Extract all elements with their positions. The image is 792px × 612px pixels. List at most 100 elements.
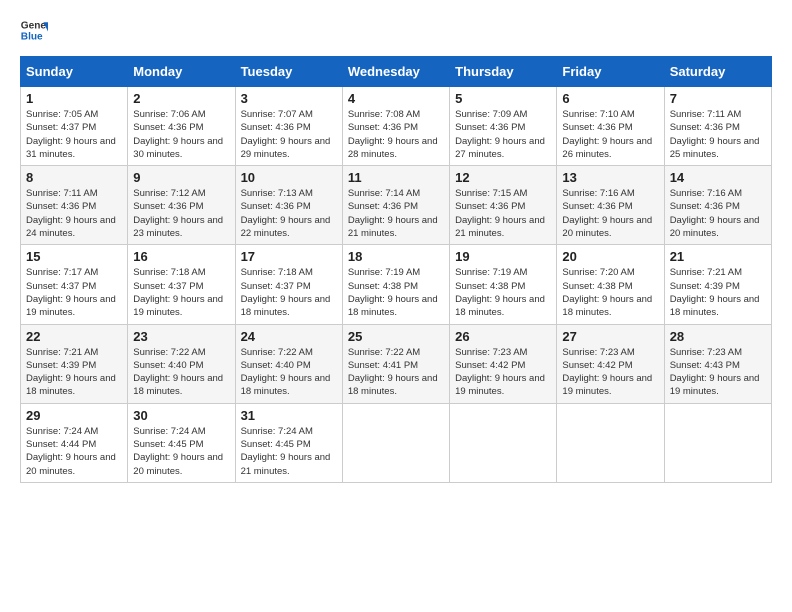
day-info: Sunrise: 7:22 AMSunset: 4:41 PMDaylight:… [348, 347, 438, 398]
logo: General Blue [20, 16, 48, 44]
day-info: Sunrise: 7:18 AMSunset: 4:37 PMDaylight:… [241, 267, 331, 318]
day-info: Sunrise: 7:14 AMSunset: 4:36 PMDaylight:… [348, 188, 438, 239]
day-number: 26 [455, 329, 551, 344]
calendar-cell: 10 Sunrise: 7:13 AMSunset: 4:36 PMDaylig… [235, 166, 342, 245]
day-number: 1 [26, 91, 122, 106]
calendar-cell: 15 Sunrise: 7:17 AMSunset: 4:37 PMDaylig… [21, 245, 128, 324]
day-number: 22 [26, 329, 122, 344]
calendar-cell: 4 Sunrise: 7:08 AMSunset: 4:36 PMDayligh… [342, 87, 449, 166]
day-number: 29 [26, 408, 122, 423]
day-number: 23 [133, 329, 229, 344]
day-number: 4 [348, 91, 444, 106]
day-info: Sunrise: 7:22 AMSunset: 4:40 PMDaylight:… [241, 347, 331, 398]
day-number: 20 [562, 249, 658, 264]
calendar-week-row: 29 Sunrise: 7:24 AMSunset: 4:44 PMDaylig… [21, 403, 772, 482]
weekday-header-saturday: Saturday [664, 57, 771, 87]
day-info: Sunrise: 7:11 AMSunset: 4:36 PMDaylight:… [670, 109, 760, 160]
day-info: Sunrise: 7:22 AMSunset: 4:40 PMDaylight:… [133, 347, 223, 398]
day-number: 30 [133, 408, 229, 423]
calendar-cell: 29 Sunrise: 7:24 AMSunset: 4:44 PMDaylig… [21, 403, 128, 482]
calendar-cell: 28 Sunrise: 7:23 AMSunset: 4:43 PMDaylig… [664, 324, 771, 403]
day-number: 24 [241, 329, 337, 344]
day-info: Sunrise: 7:17 AMSunset: 4:37 PMDaylight:… [26, 267, 116, 318]
weekday-header-monday: Monday [128, 57, 235, 87]
calendar-cell [557, 403, 664, 482]
day-info: Sunrise: 7:16 AMSunset: 4:36 PMDaylight:… [562, 188, 652, 239]
day-number: 6 [562, 91, 658, 106]
calendar-cell: 3 Sunrise: 7:07 AMSunset: 4:36 PMDayligh… [235, 87, 342, 166]
calendar-cell: 8 Sunrise: 7:11 AMSunset: 4:36 PMDayligh… [21, 166, 128, 245]
day-info: Sunrise: 7:15 AMSunset: 4:36 PMDaylight:… [455, 188, 545, 239]
header: General Blue [20, 16, 772, 44]
day-number: 17 [241, 249, 337, 264]
day-info: Sunrise: 7:24 AMSunset: 4:44 PMDaylight:… [26, 426, 116, 477]
day-number: 18 [348, 249, 444, 264]
calendar-cell: 9 Sunrise: 7:12 AMSunset: 4:36 PMDayligh… [128, 166, 235, 245]
calendar-cell: 31 Sunrise: 7:24 AMSunset: 4:45 PMDaylig… [235, 403, 342, 482]
calendar-cell: 2 Sunrise: 7:06 AMSunset: 4:36 PMDayligh… [128, 87, 235, 166]
day-info: Sunrise: 7:19 AMSunset: 4:38 PMDaylight:… [455, 267, 545, 318]
calendar-cell: 18 Sunrise: 7:19 AMSunset: 4:38 PMDaylig… [342, 245, 449, 324]
day-info: Sunrise: 7:23 AMSunset: 4:43 PMDaylight:… [670, 347, 760, 398]
weekday-header-wednesday: Wednesday [342, 57, 449, 87]
weekday-header-sunday: Sunday [21, 57, 128, 87]
calendar-cell: 30 Sunrise: 7:24 AMSunset: 4:45 PMDaylig… [128, 403, 235, 482]
calendar-cell [342, 403, 449, 482]
day-number: 7 [670, 91, 766, 106]
day-number: 12 [455, 170, 551, 185]
day-info: Sunrise: 7:07 AMSunset: 4:36 PMDaylight:… [241, 109, 331, 160]
day-info: Sunrise: 7:20 AMSunset: 4:38 PMDaylight:… [562, 267, 652, 318]
calendar-cell: 19 Sunrise: 7:19 AMSunset: 4:38 PMDaylig… [450, 245, 557, 324]
day-number: 2 [133, 91, 229, 106]
day-info: Sunrise: 7:06 AMSunset: 4:36 PMDaylight:… [133, 109, 223, 160]
calendar-cell: 20 Sunrise: 7:20 AMSunset: 4:38 PMDaylig… [557, 245, 664, 324]
day-info: Sunrise: 7:11 AMSunset: 4:36 PMDaylight:… [26, 188, 116, 239]
day-number: 8 [26, 170, 122, 185]
weekday-header-friday: Friday [557, 57, 664, 87]
calendar-cell: 11 Sunrise: 7:14 AMSunset: 4:36 PMDaylig… [342, 166, 449, 245]
svg-text:General: General [21, 20, 48, 31]
weekday-header-thursday: Thursday [450, 57, 557, 87]
calendar-cell: 21 Sunrise: 7:21 AMSunset: 4:39 PMDaylig… [664, 245, 771, 324]
day-number: 13 [562, 170, 658, 185]
day-number: 11 [348, 170, 444, 185]
day-info: Sunrise: 7:12 AMSunset: 4:36 PMDaylight:… [133, 188, 223, 239]
day-number: 31 [241, 408, 337, 423]
calendar-week-row: 8 Sunrise: 7:11 AMSunset: 4:36 PMDayligh… [21, 166, 772, 245]
day-number: 10 [241, 170, 337, 185]
logo-icon: General Blue [20, 16, 48, 44]
day-number: 3 [241, 91, 337, 106]
day-info: Sunrise: 7:08 AMSunset: 4:36 PMDaylight:… [348, 109, 438, 160]
calendar-cell: 14 Sunrise: 7:16 AMSunset: 4:36 PMDaylig… [664, 166, 771, 245]
day-info: Sunrise: 7:18 AMSunset: 4:37 PMDaylight:… [133, 267, 223, 318]
day-number: 21 [670, 249, 766, 264]
day-info: Sunrise: 7:24 AMSunset: 4:45 PMDaylight:… [241, 426, 331, 477]
calendar-cell: 7 Sunrise: 7:11 AMSunset: 4:36 PMDayligh… [664, 87, 771, 166]
day-info: Sunrise: 7:21 AMSunset: 4:39 PMDaylight:… [670, 267, 760, 318]
calendar-week-row: 1 Sunrise: 7:05 AMSunset: 4:37 PMDayligh… [21, 87, 772, 166]
day-info: Sunrise: 7:05 AMSunset: 4:37 PMDaylight:… [26, 109, 116, 160]
svg-text:Blue: Blue [21, 31, 43, 42]
day-number: 15 [26, 249, 122, 264]
day-info: Sunrise: 7:16 AMSunset: 4:36 PMDaylight:… [670, 188, 760, 239]
calendar-cell: 22 Sunrise: 7:21 AMSunset: 4:39 PMDaylig… [21, 324, 128, 403]
day-number: 27 [562, 329, 658, 344]
calendar-cell [450, 403, 557, 482]
calendar-cell: 12 Sunrise: 7:15 AMSunset: 4:36 PMDaylig… [450, 166, 557, 245]
calendar-cell: 5 Sunrise: 7:09 AMSunset: 4:36 PMDayligh… [450, 87, 557, 166]
calendar-week-row: 22 Sunrise: 7:21 AMSunset: 4:39 PMDaylig… [21, 324, 772, 403]
day-number: 28 [670, 329, 766, 344]
day-info: Sunrise: 7:19 AMSunset: 4:38 PMDaylight:… [348, 267, 438, 318]
calendar-header-row: SundayMondayTuesdayWednesdayThursdayFrid… [21, 57, 772, 87]
day-number: 19 [455, 249, 551, 264]
calendar-cell: 16 Sunrise: 7:18 AMSunset: 4:37 PMDaylig… [128, 245, 235, 324]
day-info: Sunrise: 7:09 AMSunset: 4:36 PMDaylight:… [455, 109, 545, 160]
calendar-table: SundayMondayTuesdayWednesdayThursdayFrid… [20, 56, 772, 483]
calendar-cell: 25 Sunrise: 7:22 AMSunset: 4:41 PMDaylig… [342, 324, 449, 403]
day-number: 9 [133, 170, 229, 185]
calendar-cell: 23 Sunrise: 7:22 AMSunset: 4:40 PMDaylig… [128, 324, 235, 403]
calendar-cell: 17 Sunrise: 7:18 AMSunset: 4:37 PMDaylig… [235, 245, 342, 324]
day-number: 16 [133, 249, 229, 264]
day-info: Sunrise: 7:24 AMSunset: 4:45 PMDaylight:… [133, 426, 223, 477]
weekday-header-tuesday: Tuesday [235, 57, 342, 87]
